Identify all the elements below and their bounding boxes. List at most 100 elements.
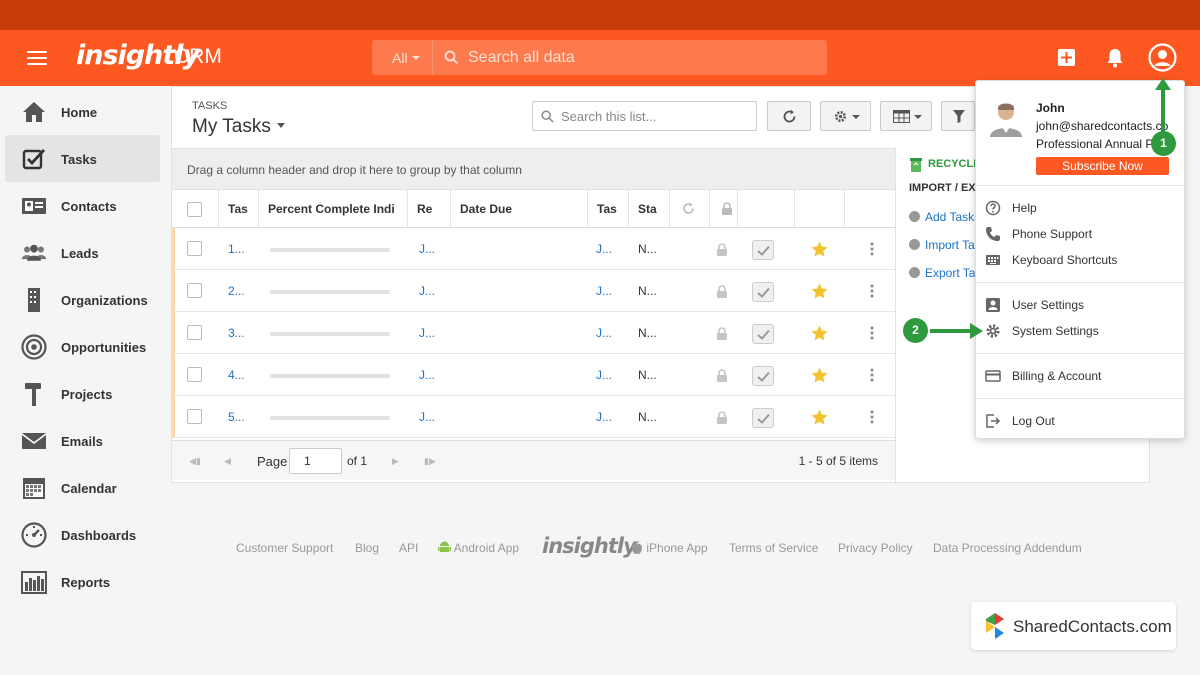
next-page-icon[interactable]: ▶ — [392, 456, 399, 467]
table-row[interactable]: 2... J... J... N... — [172, 270, 895, 312]
sidebar-item-tasks[interactable]: Tasks — [5, 135, 160, 182]
responsible-user-link[interactable]: J... — [419, 326, 435, 340]
table-row[interactable]: 3... J... J... N... — [172, 312, 895, 354]
first-page-icon[interactable]: ◀▮ — [189, 456, 201, 467]
sidebar-item-dashboards[interactable]: Dashboards — [5, 511, 160, 558]
task-owner-link[interactable]: J... — [596, 368, 612, 382]
import-tasks-link[interactable]: Import Ta — [909, 238, 975, 252]
completed-column-header[interactable] — [737, 190, 794, 228]
menu-item-user-settings[interactable]: User Settings — [976, 293, 1184, 317]
star-icon[interactable] — [811, 325, 828, 341]
row-checkbox[interactable] — [187, 241, 202, 256]
sidebar-item-reports[interactable]: Reports — [5, 558, 160, 605]
menu-item-help[interactable]: Help — [976, 196, 1184, 220]
menu-item-logout[interactable]: Log Out — [976, 409, 1184, 433]
sidebar-item-emails[interactable]: Emails — [5, 417, 160, 464]
column-header[interactable]: Date Due — [450, 190, 580, 228]
responsible-user-link[interactable]: J... — [419, 242, 435, 256]
page-number-input[interactable] — [289, 448, 342, 474]
footer-link-support[interactable]: Customer Support — [236, 541, 333, 555]
view-selector[interactable]: My Tasks — [192, 116, 285, 138]
global-search-input[interactable] — [468, 48, 808, 68]
filter-button[interactable] — [941, 101, 975, 131]
recycle-bin-link[interactable]: RECYCLE — [928, 158, 981, 170]
recurring-column-header[interactable] — [669, 190, 709, 228]
plus-square-icon[interactable] — [1057, 48, 1076, 67]
settings-dropdown-button[interactable] — [820, 101, 871, 131]
export-tasks-link[interactable]: Export Ta — [909, 266, 975, 280]
star-icon[interactable] — [811, 241, 828, 257]
star-icon[interactable] — [811, 367, 828, 383]
kebab-menu-icon[interactable] — [870, 284, 874, 298]
complete-task-button[interactable] — [752, 240, 774, 260]
complete-task-button[interactable] — [752, 366, 774, 386]
footer-insightly-logo[interactable]: insightly — [542, 534, 637, 558]
sidebar-item-contacts[interactable]: Contacts — [5, 182, 160, 229]
sidebar-item-home[interactable]: Home — [5, 88, 160, 135]
complete-task-button[interactable] — [752, 324, 774, 344]
sidebar-item-opportunities[interactable]: Opportunities — [5, 323, 160, 370]
task-name-link[interactable]: 1... — [228, 242, 245, 256]
list-search-input[interactable] — [561, 109, 751, 124]
column-header[interactable]: Tas — [587, 190, 627, 228]
star-icon[interactable] — [811, 283, 828, 299]
footer-link-privacy[interactable]: Privacy Policy — [838, 541, 913, 555]
responsible-user-link[interactable]: J... — [419, 410, 435, 424]
search-scope-dropdown[interactable]: All — [372, 40, 433, 75]
table-row[interactable]: 4... J... J... N... — [172, 354, 895, 396]
footer-link-terms[interactable]: Terms of Service — [729, 541, 818, 555]
task-name-link[interactable]: 4... — [228, 368, 245, 382]
task-owner-link[interactable]: J... — [596, 326, 612, 340]
column-header[interactable]: Sta — [628, 190, 666, 228]
sidebar-item-projects[interactable]: Projects — [5, 370, 160, 417]
complete-task-button[interactable] — [752, 408, 774, 428]
task-name-link[interactable]: 2... — [228, 284, 245, 298]
group-by-bar[interactable]: Drag a column header and drop it here to… — [172, 148, 895, 190]
kebab-menu-icon[interactable] — [870, 242, 874, 256]
last-page-icon[interactable]: ▮▶ — [424, 456, 436, 467]
menu-item-keyboard-shortcuts[interactable]: Keyboard Shortcuts — [976, 248, 1184, 272]
row-checkbox[interactable] — [187, 367, 202, 382]
sidebar-item-leads[interactable]: Leads — [5, 229, 160, 276]
sidebar-item-organizations[interactable]: Organizations — [5, 276, 160, 323]
footer-link-android[interactable]: Android App — [438, 541, 519, 555]
task-name-link[interactable]: 3... — [228, 326, 245, 340]
user-circle-icon[interactable] — [1148, 43, 1177, 72]
complete-task-button[interactable] — [752, 282, 774, 302]
menu-item-billing[interactable]: Billing & Account — [976, 364, 1184, 388]
table-row[interactable]: 1... J... J... N... — [172, 228, 895, 270]
task-name-link[interactable]: 5... — [228, 410, 245, 424]
sidebar-item-calendar[interactable]: Calendar — [5, 464, 160, 511]
select-all-checkbox[interactable] — [187, 202, 202, 217]
private-column-header[interactable] — [709, 190, 737, 228]
prev-page-icon[interactable]: ◀ — [224, 456, 231, 467]
row-checkbox[interactable] — [187, 325, 202, 340]
subscribe-now-button[interactable]: Subscribe Now — [1036, 157, 1169, 175]
responsible-user-link[interactable]: J... — [419, 368, 435, 382]
task-owner-link[interactable]: J... — [596, 410, 612, 424]
task-owner-link[interactable]: J... — [596, 284, 612, 298]
menu-item-phone-support[interactable]: Phone Support — [976, 222, 1184, 246]
refresh-button[interactable] — [767, 101, 811, 131]
hamburger-menu-icon[interactable] — [27, 51, 47, 65]
responsible-user-link[interactable]: J... — [419, 284, 435, 298]
footer-link-iphone[interactable]: iPhone App — [631, 541, 708, 555]
column-header[interactable]: Tas — [218, 190, 248, 228]
task-owner-link[interactable]: J... — [596, 242, 612, 256]
kebab-menu-icon[interactable] — [870, 368, 874, 382]
add-tasks-link[interactable]: Add Tasks — [909, 210, 980, 224]
footer-link-blog[interactable]: Blog — [355, 541, 379, 555]
column-header[interactable]: Percent Complete Indi — [258, 190, 404, 228]
footer-link-api[interactable]: API — [399, 541, 418, 555]
footer-link-dpa[interactable]: Data Processing Addendum — [933, 541, 1082, 555]
star-icon[interactable] — [811, 409, 828, 425]
column-header[interactable]: Re — [407, 190, 445, 228]
row-checkbox[interactable] — [187, 409, 202, 424]
kebab-menu-icon[interactable] — [870, 326, 874, 340]
bell-icon[interactable] — [1105, 47, 1125, 68]
table-row[interactable]: 5... J... J... N... — [172, 396, 895, 438]
columns-dropdown-button[interactable] — [880, 101, 932, 131]
row-checkbox[interactable] — [187, 283, 202, 298]
star-column-header[interactable] — [794, 190, 844, 228]
kebab-menu-icon[interactable] — [870, 410, 874, 424]
